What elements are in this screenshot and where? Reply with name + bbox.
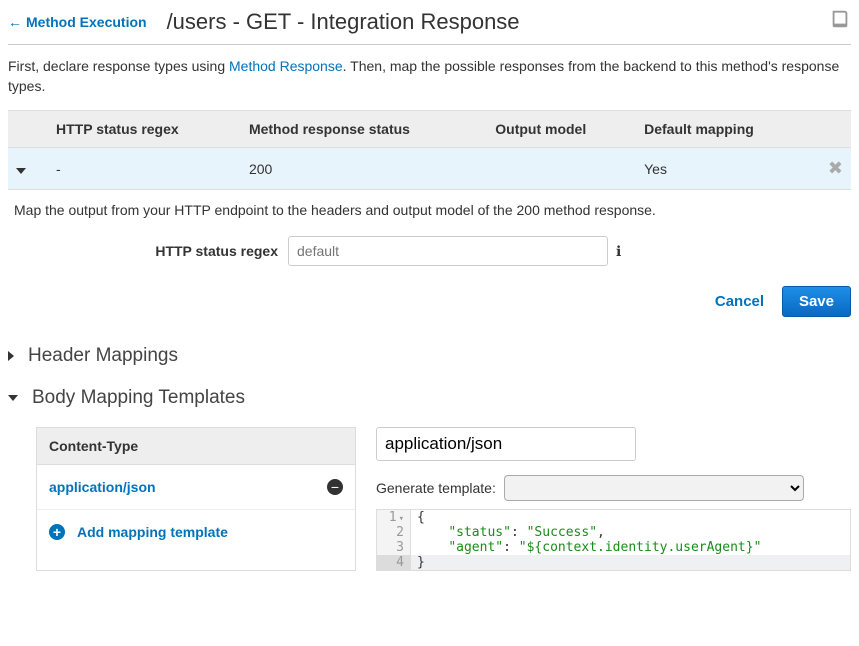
- page-description: First, declare response types using Meth…: [8, 57, 851, 96]
- content-type-panel: Content-Type application/json − + Add ma…: [36, 427, 356, 571]
- http-status-regex-input[interactable]: [288, 236, 608, 266]
- cell-default: Yes: [636, 148, 811, 190]
- page-title: /users - GET - Integration Response: [167, 9, 520, 35]
- generate-template-select[interactable]: [504, 475, 804, 501]
- col-method-response-status: Method response status: [241, 111, 487, 148]
- remove-content-type-icon[interactable]: −: [327, 479, 343, 495]
- documentation-icon[interactable]: [829, 8, 851, 36]
- generate-template-label: Generate template:: [376, 480, 496, 496]
- cell-model: [487, 148, 636, 190]
- cancel-button[interactable]: Cancel: [715, 293, 764, 310]
- content-type-row: application/json −: [37, 465, 355, 510]
- header-mappings-toggle[interactable]: Header Mappings: [8, 345, 851, 367]
- caret-right-icon: [8, 351, 14, 361]
- content-type-link[interactable]: application/json: [49, 479, 156, 495]
- back-label: Method Execution: [26, 14, 147, 30]
- template-code-editor[interactable]: 1▾{ 2 "status": "Success", 3 "agent": "$…: [376, 509, 851, 571]
- arrow-left-icon: ←: [8, 14, 22, 30]
- add-mapping-template-label: Add mapping template: [77, 524, 228, 540]
- expand-row-icon[interactable]: [16, 168, 26, 174]
- content-type-header: Content-Type: [37, 428, 355, 465]
- body-mapping-toggle[interactable]: Body Mapping Templates: [8, 387, 851, 409]
- header-mappings-title: Header Mappings: [28, 345, 178, 367]
- col-http-status-regex: HTTP status regex: [48, 111, 241, 148]
- col-output-model: Output model: [487, 111, 636, 148]
- col-default-mapping: Default mapping: [636, 111, 811, 148]
- plus-icon: +: [49, 524, 65, 540]
- http-status-regex-label: HTTP status regex: [8, 243, 288, 259]
- mapping-description: Map the output from your HTTP endpoint t…: [8, 190, 851, 230]
- delete-row-icon[interactable]: ✖: [828, 158, 843, 178]
- method-response-link[interactable]: Method Response: [229, 58, 343, 74]
- cell-regex: -: [48, 148, 241, 190]
- back-method-execution-link[interactable]: ← Method Execution: [8, 14, 147, 30]
- info-icon[interactable]: ℹ: [616, 243, 621, 260]
- template-content-type-input[interactable]: [376, 427, 636, 461]
- body-mapping-title: Body Mapping Templates: [32, 387, 245, 409]
- save-button[interactable]: Save: [782, 286, 851, 317]
- add-mapping-template-button[interactable]: + Add mapping template: [37, 510, 355, 554]
- response-row[interactable]: - 200 Yes ✖: [8, 148, 851, 190]
- caret-down-icon: [8, 395, 18, 401]
- response-table: HTTP status regex Method response status…: [8, 110, 851, 190]
- cell-status: 200: [241, 148, 487, 190]
